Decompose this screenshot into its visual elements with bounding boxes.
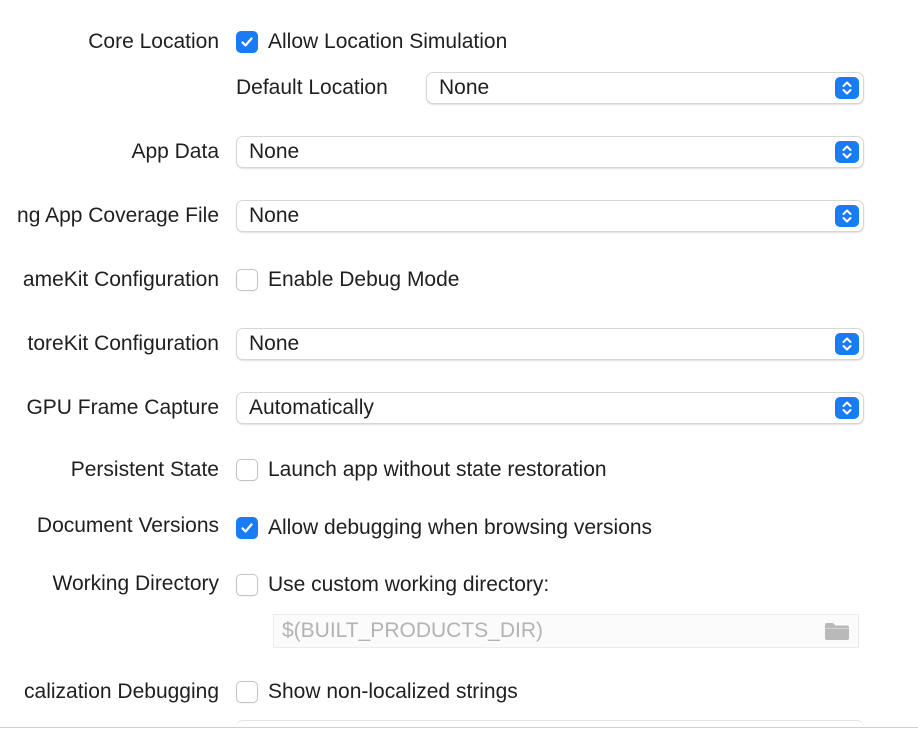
use-custom-working-directory-checkbox-row[interactable]: Use custom working directory: — [236, 572, 549, 598]
working-directory-path-field: $(BUILT_PRODUCTS_DIR) — [273, 614, 859, 648]
enable-debug-mode-checkbox[interactable] — [236, 269, 258, 291]
use-custom-working-directory-checkbox[interactable] — [236, 574, 258, 596]
checkmark-icon — [241, 37, 253, 47]
core-location-label: Core Location — [88, 30, 219, 53]
persistent-state-label: Persistent State — [70, 458, 219, 481]
app-coverage-file-value: None — [249, 204, 300, 227]
document-versions-label: Document Versions — [36, 514, 219, 537]
storekit-configuration-label: toreKit Configuration — [27, 332, 219, 355]
gpu-frame-capture-popup[interactable]: Automatically — [236, 392, 864, 424]
chevron-up-down-icon — [835, 77, 859, 99]
allow-debugging-versions-checkbox[interactable] — [236, 517, 258, 539]
allow-debugging-versions-checkbox-row[interactable]: Allow debugging when browsing versions — [236, 515, 652, 541]
chevron-up-down-icon — [835, 397, 859, 419]
checkmark-icon — [241, 523, 253, 533]
show-non-localized-strings-checkbox-row[interactable]: Show non-localized strings — [236, 679, 518, 705]
app-data-label: App Data — [131, 140, 219, 163]
scheme-options-panel: Core Location Allow Location Simulation … — [0, 0, 918, 738]
chevron-up-down-icon — [835, 333, 859, 355]
allow-location-simulation-checkbox-row[interactable]: Allow Location Simulation — [236, 29, 507, 55]
app-coverage-file-label: ng App Coverage File — [17, 204, 219, 227]
localization-debugging-label: calization Debugging — [24, 680, 219, 703]
storekit-configuration-value: None — [249, 332, 300, 355]
default-location-value: None — [439, 76, 490, 99]
working-directory-label: Working Directory — [52, 572, 219, 595]
enable-debug-mode-checkbox-row[interactable]: Enable Debug Mode — [236, 267, 459, 293]
working-directory-path-placeholder: $(BUILT_PRODUCTS_DIR) — [282, 619, 543, 642]
show-non-localized-strings-checkbox[interactable] — [236, 681, 258, 703]
folder-icon — [824, 621, 850, 646]
next-popup-partial — [236, 720, 864, 738]
gpu-frame-capture-value: Automatically — [249, 396, 374, 419]
launch-without-state-restoration-checkbox-row[interactable]: Launch app without state restoration — [236, 457, 607, 483]
use-custom-working-directory-label: Use custom working directory: — [268, 573, 550, 596]
chevron-up-down-icon — [835, 205, 859, 227]
launch-without-state-restoration-checkbox[interactable] — [236, 459, 258, 481]
app-coverage-file-popup[interactable]: None — [236, 200, 864, 232]
default-location-popup[interactable]: None — [426, 72, 864, 104]
default-location-label: Default Location — [236, 76, 388, 99]
app-data-value: None — [249, 140, 300, 163]
allow-location-simulation-checkbox[interactable] — [236, 31, 258, 53]
storekit-configuration-popup[interactable]: None — [236, 328, 864, 360]
divider — [0, 727, 918, 728]
app-data-popup[interactable]: None — [236, 136, 864, 168]
show-non-localized-strings-label: Show non-localized strings — [268, 680, 518, 703]
launch-without-state-restoration-label: Launch app without state restoration — [268, 458, 607, 481]
allow-location-simulation-label: Allow Location Simulation — [268, 30, 508, 53]
enable-debug-mode-label: Enable Debug Mode — [268, 268, 460, 291]
gamekit-configuration-label: ameKit Configuration — [22, 268, 219, 291]
allow-debugging-versions-label: Allow debugging when browsing versions — [268, 516, 653, 539]
chevron-up-down-icon — [835, 141, 859, 163]
gpu-frame-capture-label: GPU Frame Capture — [26, 396, 219, 419]
